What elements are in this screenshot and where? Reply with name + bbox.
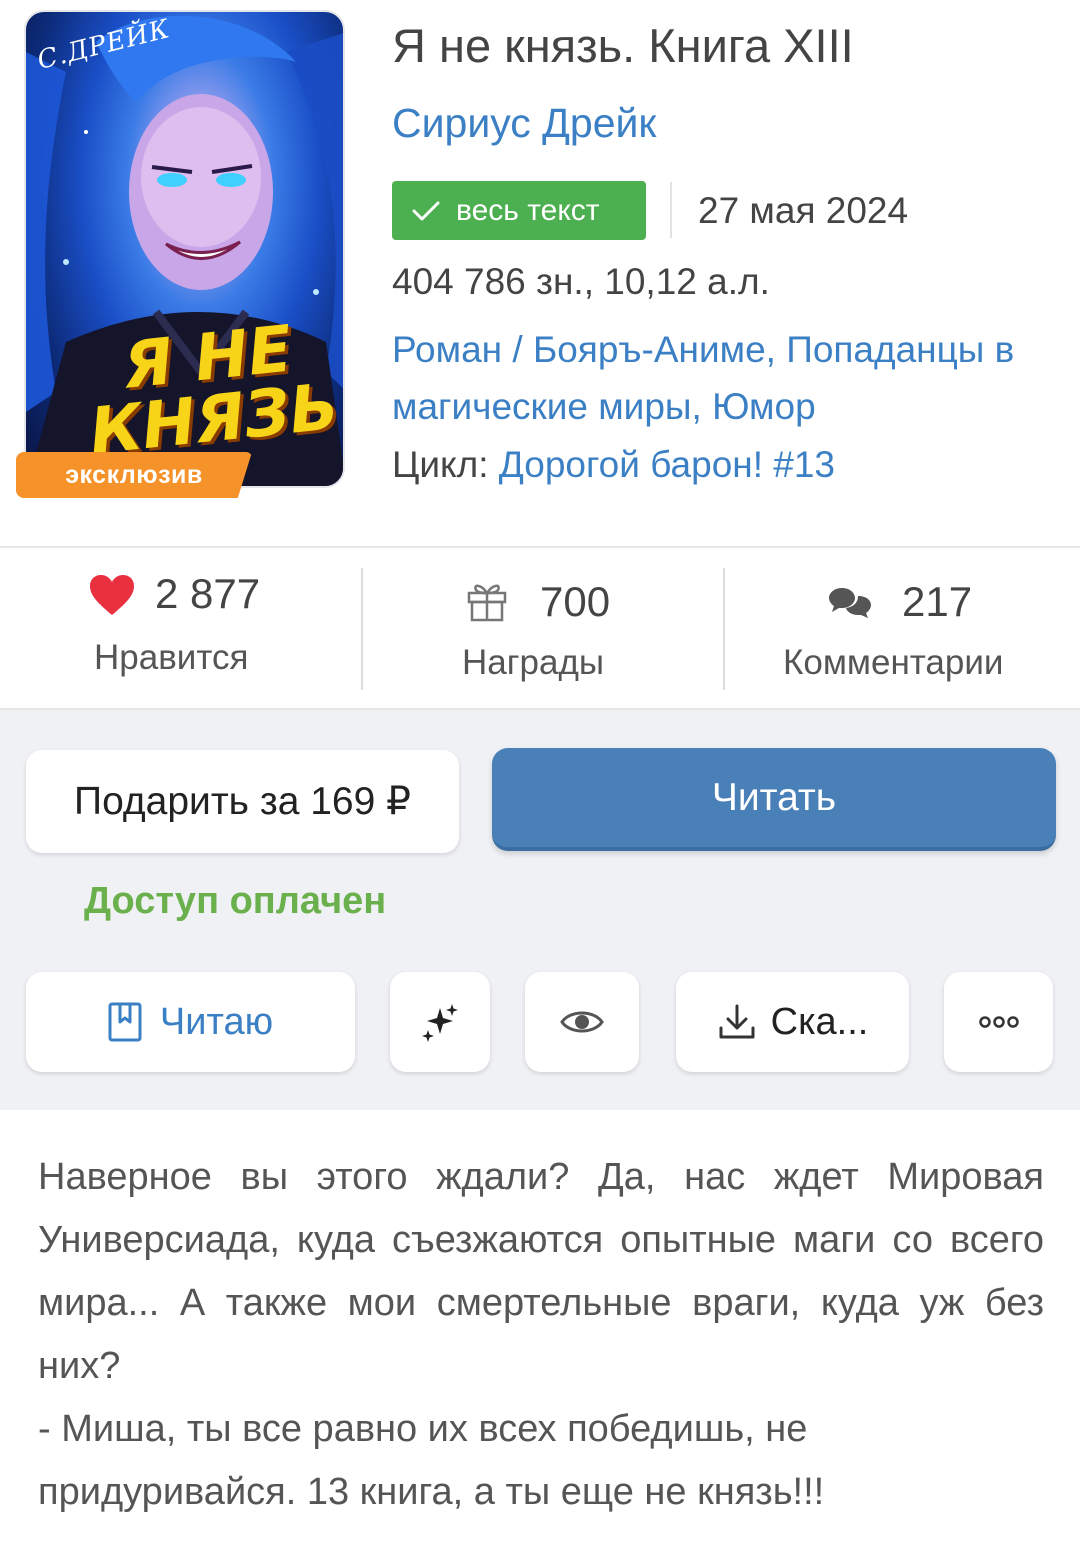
book-cover[interactable]: С.ДРЕЙК Я НЕ КНЯЗЬ bbox=[24, 10, 345, 488]
cycle-number[interactable]: #13 bbox=[773, 444, 835, 485]
author-link[interactable]: Сириус Дрейк bbox=[392, 100, 656, 147]
download-label: Ска... bbox=[770, 1000, 869, 1043]
comments-count: 217 bbox=[902, 578, 973, 625]
divider bbox=[670, 182, 672, 238]
comments-stat[interactable]: 217 Комментарии bbox=[724, 548, 1080, 708]
more-dots-icon bbox=[978, 1016, 1019, 1028]
comments-icon bbox=[829, 588, 871, 618]
download-button[interactable]: Ска... bbox=[676, 972, 909, 1072]
full-text-label: весь текст bbox=[456, 193, 600, 227]
likes-stat[interactable]: 2 877 Нравится bbox=[0, 548, 360, 708]
comments-label: Комментарии bbox=[783, 643, 1004, 682]
genre-link[interactable]: Юмор bbox=[712, 386, 816, 427]
full-text-badge: весь текст bbox=[392, 181, 646, 240]
cycle-info: Цикл: Дорогой барон! #13 bbox=[392, 444, 835, 486]
stats-bar: 2 877 Нравится 700 Награды 217 Комментар… bbox=[0, 546, 1080, 710]
cycle-link[interactable]: Дорогой барон! bbox=[499, 444, 763, 485]
gift-icon bbox=[467, 584, 507, 622]
access-status: Доступ оплачен bbox=[84, 880, 387, 922]
read-button[interactable]: Читать bbox=[492, 748, 1056, 851]
actions-panel: Подарить за 169 ₽ Читать Доступ оплачен … bbox=[0, 710, 1080, 1110]
genre-separator: / bbox=[502, 329, 533, 370]
reading-button[interactable]: Читаю bbox=[26, 972, 355, 1072]
genre-separator: , bbox=[691, 386, 713, 427]
awards-count: 700 bbox=[540, 578, 611, 625]
likes-label: Нравится bbox=[94, 638, 249, 677]
genre-list: Роман / Бояръ-Аниме, Попаданцы в магичес… bbox=[392, 321, 1052, 435]
description-paragraph: - Миша, ты все равно их всех победишь, н… bbox=[38, 1408, 825, 1513]
watch-button[interactable] bbox=[525, 972, 639, 1072]
heart-icon bbox=[90, 575, 134, 615]
cycle-prefix: Цикл: bbox=[392, 444, 489, 485]
book-header: С.ДРЕЙК Я НЕ КНЯЗЬ эксклюзив Я не князь.… bbox=[0, 0, 1080, 546]
download-icon bbox=[719, 1004, 755, 1039]
book-title: Я не князь. Книга XIII bbox=[392, 19, 854, 72]
awards-stat[interactable]: 700 Награды bbox=[362, 548, 722, 708]
more-button[interactable] bbox=[944, 972, 1053, 1072]
check-icon bbox=[412, 201, 440, 220]
book-size: 404 786 зн., 10,12 а.л. bbox=[392, 261, 770, 302]
gift-button[interactable]: Подарить за 169 ₽ bbox=[26, 750, 459, 853]
magic-button[interactable] bbox=[390, 972, 490, 1072]
reading-label: Читаю bbox=[159, 1000, 274, 1043]
eye-icon bbox=[560, 1011, 604, 1033]
genre-link[interactable]: Бояръ-Аниме bbox=[533, 329, 766, 370]
genre-link[interactable]: Роман bbox=[392, 329, 502, 370]
genre-separator: , bbox=[765, 329, 787, 370]
bookmark-book-icon bbox=[108, 1002, 142, 1042]
publish-date: 27 мая 2024 bbox=[698, 190, 909, 231]
awards-label: Награды bbox=[462, 643, 605, 682]
book-description: Наверное вы этого ждали? Да, нас ждет Ми… bbox=[38, 1146, 1044, 1524]
likes-count: 2 877 bbox=[155, 570, 261, 617]
description-paragraph: Наверное вы этого ждали? Да, нас ждет Ми… bbox=[38, 1156, 1044, 1387]
sparkles-icon bbox=[422, 1004, 458, 1042]
exclusive-badge: эксклюзив bbox=[16, 452, 252, 498]
